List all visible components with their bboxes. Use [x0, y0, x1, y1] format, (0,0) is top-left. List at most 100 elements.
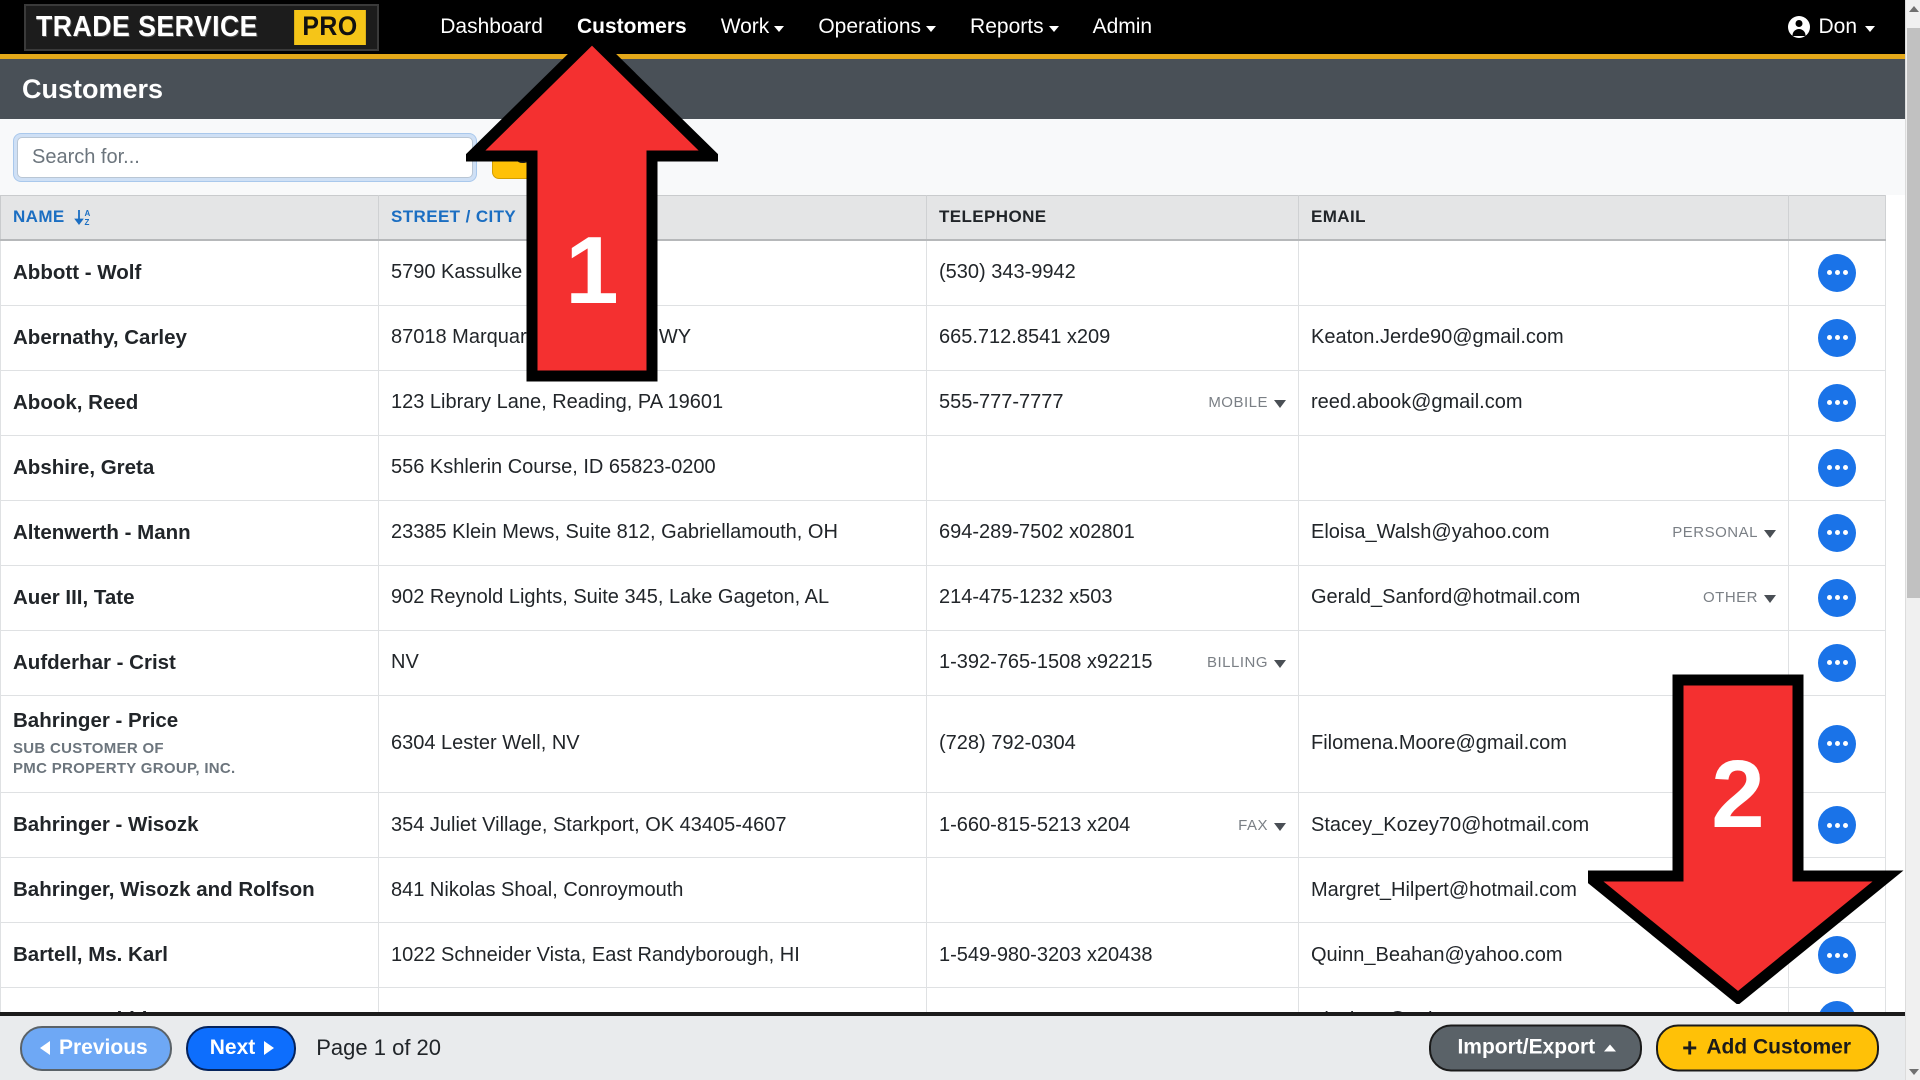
- ellipsis-icon[interactable]: [1818, 514, 1856, 552]
- ellipsis-icon[interactable]: [1818, 725, 1856, 763]
- nav-item-dashboard[interactable]: Dashboard: [423, 9, 560, 45]
- cell-email-value: Eloisa_Walsh@yahoo.com: [1311, 521, 1550, 544]
- nav-item-operations[interactable]: Operations: [801, 9, 953, 45]
- table-header: NAME A Z STREET / CITY: [1, 196, 1886, 240]
- column-header-street-city[interactable]: STREET / CITY: [379, 196, 927, 240]
- svg-text:A: A: [84, 209, 90, 218]
- table-row[interactable]: Barton, Rabbi EstevanSD 07562Alexis68@ya…: [1, 988, 1886, 1014]
- cell-email-value: Margret_Hilpert@hotmail.com: [1311, 879, 1577, 902]
- table-row[interactable]: Bahringer - PriceSUB CUSTOMER OFPMC PROP…: [1, 695, 1886, 793]
- ellipsis-icon[interactable]: [1818, 806, 1856, 844]
- table-row[interactable]: Bartell, Ms. Karl 1022 Schneider Vista, E…: [1, 923, 1886, 988]
- cell-telephone-value: 665.712.8541 x209: [939, 326, 1110, 349]
- nav-item-customers[interactable]: Customers: [560, 9, 704, 45]
- page-scrollbar[interactable]: [1905, 0, 1920, 1080]
- cell-address: 1022 Schneider Vista, East Randyborough,…: [379, 923, 927, 988]
- sub-customer-label: SUB CUSTOMER OFPMC PROPERTY GROUP, INC.: [13, 739, 366, 780]
- nav-item-work[interactable]: Work: [704, 9, 802, 45]
- cell-actions: [1789, 923, 1886, 988]
- cell-name: Bahringer - PriceSUB CUSTOMER OFPMC PROP…: [1, 695, 379, 793]
- ellipsis-icon[interactable]: [1818, 254, 1856, 292]
- nav-item-reports[interactable]: Reports: [953, 9, 1076, 45]
- telephone-tag[interactable]: MOBILE: [1208, 394, 1286, 411]
- cell-actions: [1789, 630, 1886, 695]
- telephone-tag[interactable]: BILLING: [1207, 654, 1286, 671]
- customer-name: Bahringer - Wisozk: [13, 813, 366, 837]
- table-row[interactable]: Bahringer - Wisozk354 Juliet Village, St…: [1, 793, 1886, 858]
- chevron-down-icon: [1764, 530, 1776, 538]
- column-header-name[interactable]: NAME A Z: [1, 196, 379, 240]
- scrollbar-down-arrow-icon[interactable]: [1906, 1063, 1920, 1080]
- chevron-down-icon: [926, 26, 936, 32]
- customer-name: Bartell, Ms. Karl: [13, 943, 366, 967]
- cell-telephone-value: 214-475-1232 x503: [939, 586, 1112, 609]
- svg-text:Z: Z: [84, 218, 89, 227]
- previous-page-label: Previous: [59, 1036, 148, 1060]
- cell-name: Bahringer, Wisozk and Rolfson: [1, 858, 379, 923]
- sort-alpha-down-icon: A Z: [74, 208, 93, 227]
- customer-name: Altenwerth - Mann: [13, 521, 366, 545]
- nav-item-dashboard-label: Dashboard: [440, 15, 543, 39]
- next-page-button[interactable]: Next: [186, 1026, 297, 1071]
- ellipsis-icon[interactable]: [1818, 449, 1856, 487]
- search-input[interactable]: [17, 137, 473, 178]
- email-tag[interactable]: PERSONAL: [1672, 524, 1776, 541]
- cell-actions: [1789, 793, 1886, 858]
- add-customer-button[interactable]: + Add Customer: [1656, 1025, 1879, 1072]
- user-menu[interactable]: Don: [1788, 15, 1875, 39]
- import-export-button[interactable]: Import/Export: [1429, 1025, 1642, 1072]
- ellipsis-icon[interactable]: [1818, 319, 1856, 357]
- cell-email: reed.abook@gmail.com: [1299, 370, 1789, 435]
- ellipsis-icon[interactable]: [1818, 384, 1856, 422]
- ellipsis-icon[interactable]: [1818, 871, 1856, 909]
- footer-toolbar: Previous Next Page 1 of 20 Import/Export…: [0, 1012, 1905, 1080]
- cell-telephone: 694-289-7502 x02801: [927, 500, 1299, 565]
- cell-actions: [1789, 305, 1886, 370]
- table-row[interactable]: Auer III, Tate902 Reynold Lights, Suite …: [1, 565, 1886, 630]
- ellipsis-icon[interactable]: [1818, 579, 1856, 617]
- table-row[interactable]: Abook, Reed123 Library Lane, Reading, PA…: [1, 370, 1886, 435]
- cell-name: Bahringer - Wisozk: [1, 793, 379, 858]
- column-header-actions: [1789, 196, 1886, 240]
- cell-email-value: Quinn_Beahan@yahoo.com: [1311, 944, 1563, 967]
- footer-actions: Import/Export + Add Customer: [1429, 1025, 1879, 1072]
- cell-telephone: 1-549-980-3203 x20438: [927, 923, 1299, 988]
- cell-telephone: 1-660-815-5213 x204FAX: [927, 793, 1299, 858]
- previous-page-button[interactable]: Previous: [20, 1026, 172, 1071]
- brand-logo[interactable]: TRADE SERVICE PRO: [24, 4, 379, 51]
- cell-telephone-value: (728) 792-0304: [939, 732, 1076, 755]
- chevron-down-icon: [1865, 26, 1875, 32]
- ellipsis-icon[interactable]: [1818, 644, 1856, 682]
- user-menu-label: Don: [1818, 15, 1857, 39]
- cell-email-value: Gerald_Sanford@hotmail.com: [1311, 586, 1580, 609]
- table-row[interactable]: Abshire, Greta556 Kshlerin Course, ID 65…: [1, 435, 1886, 500]
- cell-telephone: [927, 435, 1299, 500]
- table-row[interactable]: Bahringer, Wisozk and Rolfson841 Nikolas…: [1, 858, 1886, 923]
- scrollbar-up-arrow-icon[interactable]: [1906, 0, 1920, 17]
- table-row[interactable]: Abernathy, Carley87018 Marquardt Hilmans…: [1, 305, 1886, 370]
- customer-name: Bahringer, Wisozk and Rolfson: [13, 878, 366, 902]
- nav-item-admin[interactable]: Admin: [1076, 9, 1170, 45]
- plus-icon: +: [1682, 1037, 1697, 1058]
- cell-address: 556 Kshlerin Course, ID 65823-0200: [379, 435, 927, 500]
- telephone-tag[interactable]: FAX: [1238, 817, 1286, 834]
- table-row[interactable]: Abbott - Wolf5790 Kassulke Cliffs, IN(53…: [1, 240, 1886, 306]
- search-button[interactable]: Search: [492, 135, 607, 179]
- chevron-right-icon: [264, 1041, 274, 1055]
- next-page-label: Next: [210, 1036, 256, 1060]
- email-tag[interactable]: OTHER: [1703, 589, 1776, 606]
- cell-telephone: 555-777-7777 MOBILE: [927, 370, 1299, 435]
- ellipsis-icon[interactable]: [1818, 936, 1856, 974]
- cell-telephone-value: 555-777-7777: [939, 391, 1064, 414]
- app-root: TRADE SERVICE PRO Dashboard Customers Wo…: [0, 0, 1920, 1080]
- customers-table: NAME A Z STREET / CITY: [0, 195, 1886, 1013]
- cell-telephone: (728) 792-0304: [927, 695, 1299, 793]
- cell-name: Auer III, Tate: [1, 565, 379, 630]
- cell-name: Bartell, Ms. Karl: [1, 923, 379, 988]
- table-row[interactable]: Aufderhar - CristNV1-392-765-1508 x92215…: [1, 630, 1886, 695]
- cell-name: Abbott - Wolf: [1, 240, 379, 306]
- table-row[interactable]: Altenwerth - Mann23385 Klein Mews, Suite…: [1, 500, 1886, 565]
- cell-actions: [1789, 695, 1886, 793]
- scrollbar-thumb[interactable]: [1907, 28, 1920, 598]
- customer-name: Abernathy, Carley: [13, 326, 366, 350]
